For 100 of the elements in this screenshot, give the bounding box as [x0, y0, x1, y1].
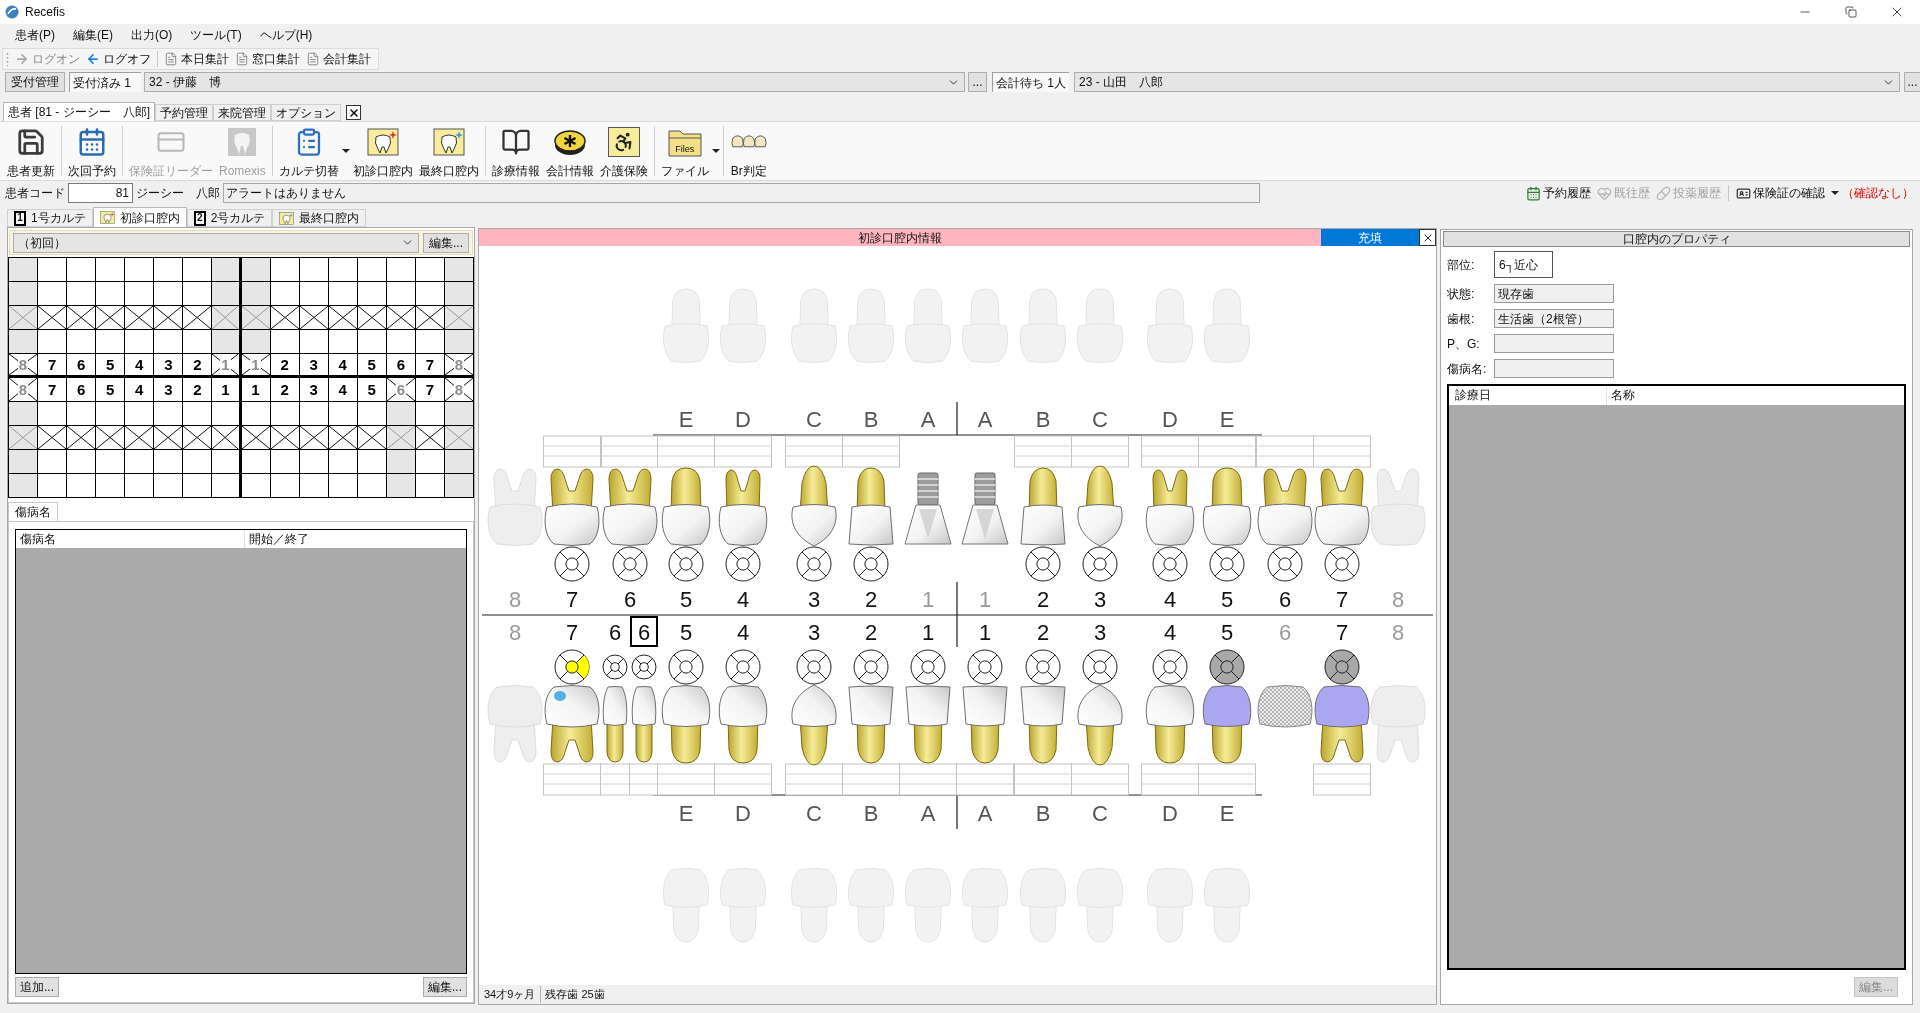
tooth-icon[interactable] — [661, 685, 711, 764]
toolbar-button[interactable]: 患者更新 — [4, 123, 58, 179]
dropdown-arrow-icon[interactable] — [1831, 191, 1839, 195]
pontic-icon[interactable] — [1257, 685, 1313, 728]
tooth-number[interactable]: 5 — [679, 586, 693, 612]
menu-item[interactable]: 編集(E) — [64, 26, 122, 44]
tooth-number[interactable]: 6 — [1278, 586, 1292, 612]
surface-diagram-icon[interactable] — [796, 546, 832, 582]
tab[interactable]: 患者 [81 - ジーシー 八郎] — [3, 102, 155, 121]
toolbar-button[interactable]: 窓口集計 — [232, 50, 303, 68]
tooth-icon[interactable] — [544, 468, 600, 546]
menu-item[interactable]: ツール(T) — [181, 26, 251, 44]
tab[interactable]: 最終口腔内 — [272, 209, 367, 227]
surface-diagram-icon[interactable] — [1025, 649, 1061, 685]
menu-item[interactable]: ヘルプ(H) — [250, 26, 322, 44]
tooth-icon[interactable] — [1077, 465, 1123, 547]
tooth-icon[interactable] — [661, 467, 711, 546]
surface-diagram-icon[interactable] — [1209, 649, 1245, 685]
tooth-number[interactable]: 3 — [807, 586, 821, 612]
toolbar-button[interactable]: カルテ切替 — [275, 123, 342, 179]
surface-diagram-icon[interactable] — [1267, 546, 1303, 582]
tab[interactable]: 傷病名 — [8, 502, 58, 521]
surface-diagram-icon[interactable] — [1082, 649, 1118, 685]
toolbar-button[interactable]: 次回予約 — [65, 123, 119, 179]
property-field[interactable] — [1494, 334, 1614, 353]
tooth-number[interactable]: 3 — [1093, 619, 1107, 645]
tooth-number[interactable]: 6 — [630, 616, 658, 647]
site-field[interactable]: 6┐近心 — [1494, 251, 1553, 278]
more-button[interactable]: ... — [1904, 72, 1920, 92]
tooth-icon[interactable] — [1145, 685, 1195, 764]
surface-diagram-icon[interactable] — [725, 546, 761, 582]
tooth-number[interactable]: 4 — [1163, 586, 1177, 612]
implant-icon[interactable] — [904, 472, 952, 545]
tooth-icon[interactable] — [544, 685, 600, 763]
toolbar-button[interactable]: Br判定 — [726, 123, 771, 179]
tooth-number[interactable]: 1 — [921, 619, 935, 645]
patient-code-field[interactable]: 81 — [68, 183, 133, 203]
tooth-icon[interactable] — [1020, 467, 1066, 546]
surface-diagram-icon[interactable] — [1025, 546, 1061, 582]
dropdown-arrow-icon[interactable] — [711, 149, 720, 153]
tooth-icon[interactable] — [1314, 685, 1370, 763]
menu-item[interactable]: 患者(P) — [6, 26, 64, 44]
tab[interactable]: 来院管理 — [213, 104, 271, 121]
tooth-icon[interactable] — [602, 468, 658, 546]
patient-dropdown[interactable]: 32 - 伊藤 博 — [144, 72, 965, 92]
surface-diagram-icon[interactable] — [554, 649, 590, 685]
link-button[interactable]: 保険証の確認 — [1733, 184, 1828, 202]
tooth-number[interactable]: 4 — [736, 619, 750, 645]
surface-diagram-icon[interactable] — [668, 546, 704, 582]
toolbar-button[interactable]: 会計集計 — [303, 50, 374, 68]
tooth-number[interactable]: 6 — [608, 619, 622, 645]
close-button[interactable] — [1419, 229, 1436, 246]
period-dropdown[interactable]: （初回） — [13, 232, 419, 253]
list-button[interactable]: 追加... — [15, 977, 59, 997]
tab[interactable]: 初診口腔内 — [92, 207, 187, 227]
toolbar-button[interactable]: 診療情報 — [488, 123, 543, 179]
tooth-icon[interactable] — [1020, 685, 1066, 764]
surface-diagram-icon[interactable] — [554, 546, 590, 582]
property-field[interactable]: 生活歯（2根管） — [1494, 309, 1614, 328]
tooth-icon[interactable] — [1202, 467, 1252, 546]
toolbar-button[interactable]: ログオフ — [83, 50, 154, 68]
tooth-number[interactable]: 5 — [679, 619, 693, 645]
link-button[interactable]: 予約履歴 — [1523, 184, 1594, 202]
tooth-icon[interactable] — [1077, 684, 1123, 766]
surface-diagram-icon[interactable] — [796, 649, 832, 685]
surface-diagram-icon[interactable] — [1152, 649, 1188, 685]
tooth-icon[interactable] — [905, 685, 951, 764]
property-field[interactable]: 現存歯 — [1494, 284, 1614, 303]
tooth-icon[interactable] — [848, 467, 894, 546]
tooth-number[interactable]: 3 — [1093, 586, 1107, 612]
tooth-number[interactable]: 7 — [565, 586, 579, 612]
tooth-icon[interactable] — [791, 465, 837, 547]
tooth-icon[interactable] — [848, 685, 894, 764]
more-button[interactable]: ... — [968, 72, 987, 92]
tooth-number[interactable]: 5 — [1220, 586, 1234, 612]
toolbar-button[interactable]: 初診口腔内 — [349, 123, 416, 179]
surface-diagram-icon[interactable] — [1324, 649, 1360, 685]
property-field[interactable] — [1494, 359, 1614, 378]
tooth-number[interactable]: 7 — [1335, 586, 1349, 612]
tooth-number[interactable]: 2 — [1036, 619, 1050, 645]
tooth-number[interactable]: 2 — [864, 619, 878, 645]
toolbar-button[interactable]: 介護保険 — [596, 123, 651, 179]
surface-diagram-icon[interactable] — [612, 546, 648, 582]
tooth-number[interactable]: 7 — [1335, 619, 1349, 645]
tooth-icon[interactable] — [1145, 469, 1195, 546]
menu-item[interactable]: 出力(O) — [122, 26, 182, 44]
tooth-icon[interactable] — [718, 685, 768, 764]
toolbar-button[interactable]: 会計情報 — [542, 123, 597, 179]
tooth-icon[interactable] — [602, 686, 628, 763]
tooth-icon[interactable] — [631, 686, 657, 763]
tooth-icon[interactable] — [1314, 468, 1370, 546]
tooth-number[interactable]: 1 — [978, 619, 992, 645]
tooth-number[interactable]: 2 — [864, 586, 878, 612]
tab[interactable]: 1 1号カルテ — [7, 209, 93, 227]
patient-dropdown[interactable]: 23 - 山田 八郎 — [1074, 72, 1900, 92]
tooth-number[interactable]: 6 — [623, 586, 637, 612]
surface-diagram-icon[interactable] — [967, 649, 1003, 685]
surface-diagram-icon[interactable] — [1152, 546, 1188, 582]
tooth-icon[interactable] — [1202, 685, 1252, 764]
implant-icon[interactable] — [961, 472, 1009, 545]
